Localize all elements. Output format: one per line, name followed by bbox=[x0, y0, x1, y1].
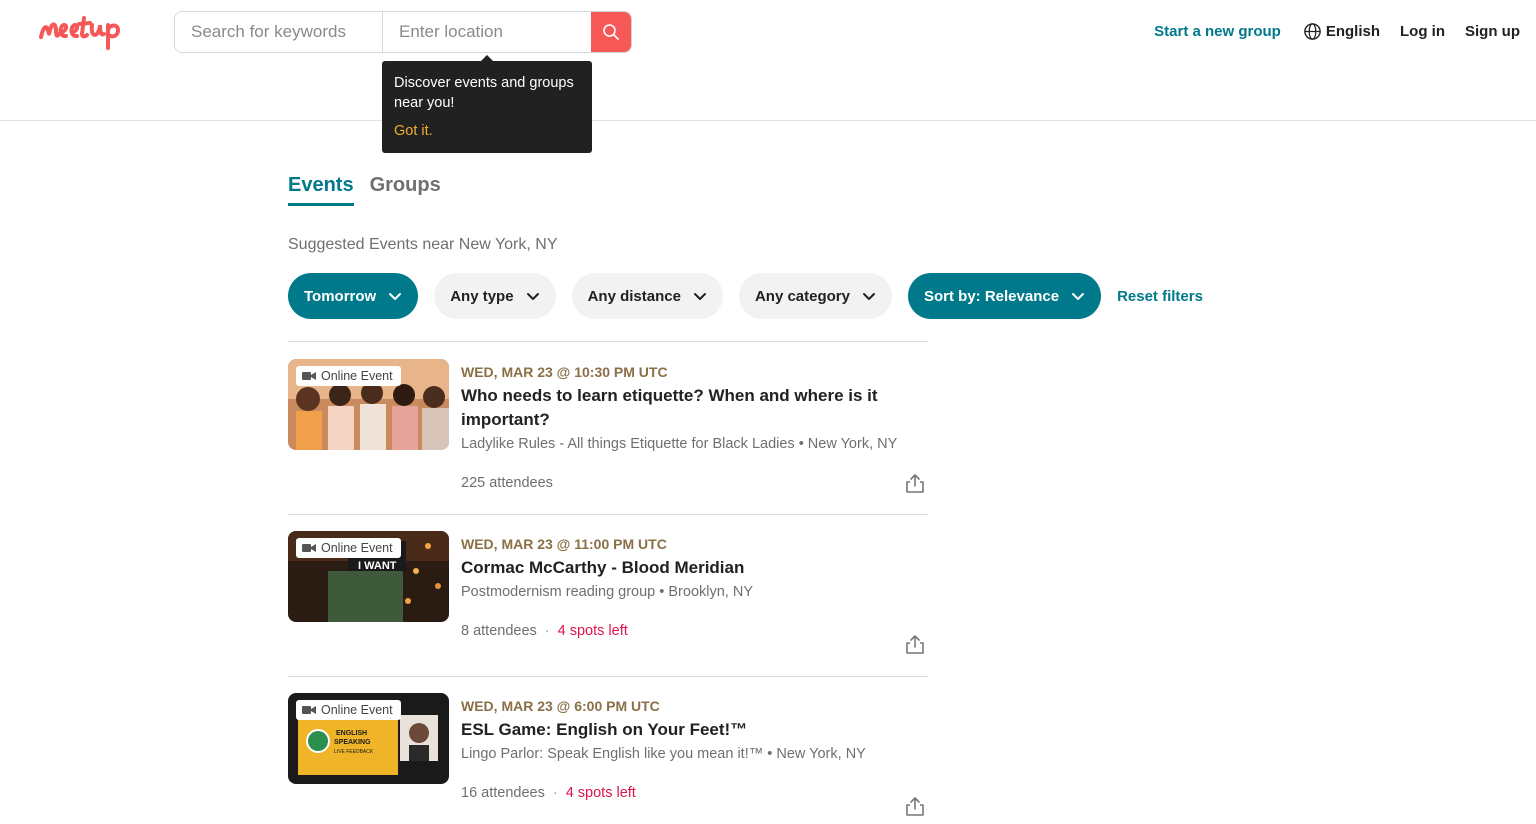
attendee-count: 16 attendees bbox=[461, 785, 545, 801]
event-list: Online Event WED, MAR 23 @ 10:30 PM UTC … bbox=[288, 341, 928, 824]
filter-bar: Tomorrow Any type Any distance Any categ… bbox=[288, 273, 1203, 319]
attendee-count: 8 attendees bbox=[461, 623, 537, 639]
share-icon[interactable] bbox=[904, 633, 926, 655]
search-keywords-input[interactable] bbox=[175, 12, 383, 52]
attendee-count: 225 attendees bbox=[461, 475, 553, 491]
event-attendance: 225 attendees bbox=[461, 475, 553, 491]
chevron-down-icon bbox=[863, 292, 875, 300]
svg-text:SPEAKING: SPEAKING bbox=[334, 739, 371, 746]
reset-filters-link[interactable]: Reset filters bbox=[1117, 288, 1203, 305]
category-filter-label: Any category bbox=[754, 287, 850, 305]
share-icon[interactable] bbox=[904, 795, 926, 817]
badge-label: Online Event bbox=[321, 369, 393, 383]
online-event-badge: Online Event bbox=[296, 700, 401, 720]
discover-tooltip: Discover events and groups near you! Got… bbox=[382, 55, 592, 153]
type-filter[interactable]: Any type bbox=[434, 273, 556, 319]
search-bar bbox=[174, 11, 632, 53]
date-filter-label: Tomorrow bbox=[304, 287, 377, 305]
suggested-heading: Suggested Events near New York, NY bbox=[288, 236, 558, 253]
search-icon bbox=[603, 24, 619, 40]
chevron-down-icon bbox=[526, 292, 539, 300]
svg-text:ENGLISH: ENGLISH bbox=[336, 730, 367, 737]
start-group-link[interactable]: Start a new group bbox=[1154, 23, 1281, 40]
event-thumbnail[interactable]: ENGLISH SPEAKING LIVE FEEDBACK Online Ev… bbox=[288, 693, 449, 784]
meetup-logo[interactable] bbox=[38, 10, 138, 54]
separator-dot: · bbox=[544, 623, 550, 639]
chevron-down-icon bbox=[1072, 292, 1085, 300]
date-filter[interactable]: Tomorrow bbox=[288, 273, 419, 319]
event-thumbnail[interactable]: Online Event bbox=[288, 359, 449, 450]
spots-left: 4 spots left bbox=[557, 623, 628, 639]
svg-text:LIVE FEEDBACK: LIVE FEEDBACK bbox=[334, 749, 374, 755]
event-date: WED, MAR 23 @ 10:30 PM UTC bbox=[461, 364, 668, 380]
event-card[interactable]: I WANT Online Event WED, MAR 23 @ 11:00 … bbox=[288, 514, 928, 676]
svg-text:I WANT: I WANT bbox=[358, 560, 397, 572]
chevron-down-icon bbox=[693, 292, 706, 300]
tab-events[interactable]: Events bbox=[288, 174, 354, 206]
event-group: Postmodernism reading group • Brooklyn, … bbox=[461, 584, 753, 600]
distance-filter[interactable]: Any distance bbox=[571, 273, 723, 319]
event-info: WED, MAR 23 @ 11:00 PM UTC Cormac McCart… bbox=[461, 536, 911, 600]
event-info: WED, MAR 23 @ 6:00 PM UTC ESL Game: Engl… bbox=[461, 698, 911, 762]
category-filter[interactable]: Any category bbox=[738, 273, 892, 319]
event-info: WED, MAR 23 @ 10:30 PM UTC Who needs to … bbox=[461, 364, 911, 452]
video-camera-icon bbox=[302, 544, 316, 552]
video-camera-icon bbox=[302, 372, 316, 380]
globe-icon bbox=[1304, 22, 1321, 40]
share-icon[interactable] bbox=[904, 472, 926, 494]
event-title[interactable]: Who needs to learn etiquette? When and w… bbox=[461, 384, 911, 432]
event-card[interactable]: Online Event WED, MAR 23 @ 10:30 PM UTC … bbox=[288, 341, 928, 514]
event-attendance: 16 attendees · 4 spots left bbox=[461, 785, 636, 801]
sort-filter[interactable]: Sort by: Relevance bbox=[908, 273, 1102, 319]
tooltip-text: Discover events and groups near you! bbox=[394, 75, 574, 111]
event-thumbnail[interactable]: I WANT Online Event bbox=[288, 531, 449, 622]
language-label: English bbox=[1325, 22, 1380, 40]
event-date: WED, MAR 23 @ 6:00 PM UTC bbox=[461, 698, 660, 714]
search-location-input[interactable] bbox=[383, 12, 591, 52]
chevron-down-icon bbox=[389, 292, 402, 300]
event-title[interactable]: ESL Game: English on Your Feet!™ bbox=[461, 718, 911, 742]
video-camera-icon bbox=[302, 706, 316, 714]
separator-dot: · bbox=[552, 785, 558, 801]
header-nav: Start a new group English Log in Sign up bbox=[1154, 20, 1520, 42]
event-date: WED, MAR 23 @ 11:00 PM UTC bbox=[461, 536, 667, 552]
tab-groups[interactable]: Groups bbox=[370, 174, 441, 206]
event-attendance: 8 attendees · 4 spots left bbox=[461, 623, 628, 639]
search-tabs: Events Groups bbox=[288, 174, 457, 206]
spots-left: 4 spots left bbox=[565, 785, 636, 801]
login-link[interactable]: Log in bbox=[1400, 23, 1445, 40]
badge-label: Online Event bbox=[321, 703, 393, 717]
event-group: Lingo Parlor: Speak English like you mea… bbox=[461, 746, 866, 762]
badge-label: Online Event bbox=[321, 541, 393, 555]
online-event-badge: Online Event bbox=[296, 538, 401, 558]
event-title[interactable]: Cormac McCarthy - Blood Meridian bbox=[461, 556, 911, 580]
sort-filter-label: Sort by: Relevance bbox=[924, 287, 1060, 305]
event-card[interactable]: ENGLISH SPEAKING LIVE FEEDBACK Online Ev… bbox=[288, 676, 928, 824]
site-header: Start a new group English Log in Sign up bbox=[0, 0, 1536, 121]
online-event-badge: Online Event bbox=[296, 366, 401, 386]
tooltip-dismiss-button[interactable]: Got it. bbox=[394, 121, 433, 141]
distance-filter-label: Any distance bbox=[587, 287, 681, 305]
event-group: Ladylike Rules - All things Etiquette fo… bbox=[461, 436, 898, 452]
search-button[interactable] bbox=[591, 12, 631, 52]
signup-link[interactable]: Sign up bbox=[1465, 23, 1520, 40]
language-selector[interactable]: English bbox=[1303, 22, 1380, 41]
type-filter-label: Any type bbox=[450, 287, 514, 305]
